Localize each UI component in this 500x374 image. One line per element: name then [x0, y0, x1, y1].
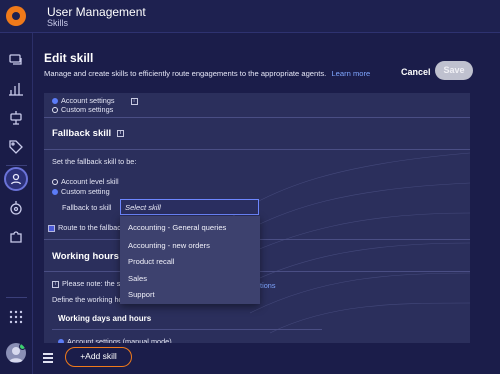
fallback-custom-label: Custom setting [61, 187, 110, 196]
app-subtitle: Skills [47, 18, 69, 28]
add-skill-button[interactable]: +Add skill [65, 347, 132, 367]
fallback-account-level-label: Account level skill [61, 177, 119, 186]
menu-icon[interactable] [43, 353, 53, 363]
app-title: User Management [47, 5, 146, 19]
account-settings-radio[interactable] [52, 98, 58, 105]
avatar[interactable] [6, 343, 26, 363]
save-button[interactable]: Save [435, 61, 473, 80]
main-content: Edit skill Manage and create skills to e… [33, 33, 500, 374]
chart-icon[interactable] [7, 80, 25, 98]
dropdown-option[interactable]: Accounting - General queries [128, 223, 226, 232]
info-icon: i [52, 280, 59, 288]
bottom-bar: +Add skill [33, 343, 500, 374]
online-status-indicator [19, 343, 26, 350]
rail-divider [6, 297, 27, 298]
note-text: Please note: the s [62, 279, 121, 288]
apps-grid-icon[interactable] [7, 308, 25, 326]
custom-settings-radio[interactable] [52, 107, 58, 114]
users-icon[interactable] [4, 167, 28, 191]
fallback-prompt: Set the fallback skill to be: [52, 157, 137, 166]
divider [44, 117, 470, 118]
route-fallback-label: Route to the fallbac [58, 223, 121, 232]
route-fallback-checkbox[interactable] [48, 224, 55, 232]
page-description: Manage and create skills to efficiently … [44, 69, 370, 78]
fallback-skill-select[interactable]: Select skill [120, 199, 259, 215]
cancel-button[interactable]: Cancel [401, 67, 431, 77]
account-settings-label: Account settings [61, 96, 115, 105]
working-days-title: Working days and hours [58, 314, 152, 323]
left-rail [0, 33, 33, 374]
fallback-skill-heading: Fallback skill i [52, 128, 124, 139]
routing-icon[interactable] [7, 199, 25, 217]
custom-settings-option[interactable]: Custom settings [52, 105, 113, 114]
dropdown-option[interactable]: Product recall [128, 257, 174, 266]
fallback-skill-title: Fallback skill [52, 128, 112, 139]
learn-more-link[interactable]: Learn more [331, 69, 370, 78]
dropdown-option[interactable]: Sales [128, 274, 147, 283]
description-text: Manage and create skills to efficiently … [44, 69, 327, 78]
divider [52, 329, 322, 330]
fallback-account-level-radio[interactable] [52, 179, 58, 186]
skill-dropdown-menu: Accounting - General queries Accounting … [120, 216, 260, 304]
divider [44, 149, 470, 150]
info-icon[interactable]: i [116, 129, 124, 137]
page-title: Edit skill [44, 51, 94, 65]
fallback-custom-radio[interactable] [52, 189, 58, 196]
custom-settings-label: Custom settings [61, 105, 114, 114]
dropdown-option[interactable]: Support [128, 290, 155, 299]
route-fallback-option[interactable]: Route to the fallbac [48, 223, 121, 232]
fallback-account-level-option[interactable]: Account level skill [52, 177, 119, 186]
working-hours-note: i Please note: the s [52, 279, 120, 288]
puzzle-icon[interactable] [7, 228, 25, 246]
fallback-custom-option[interactable]: Custom setting [52, 187, 110, 196]
fallback-to-label: Fallback to skill [62, 203, 112, 212]
rail-divider [6, 165, 27, 166]
bot-icon[interactable] [7, 109, 25, 127]
working-hours-title: Working hours ( [52, 251, 125, 262]
top-bar: User Management Skills [0, 0, 500, 33]
dropdown-option[interactable]: Accounting - new orders [128, 241, 210, 250]
info-icon[interactable]: i [130, 97, 138, 105]
logo-icon[interactable] [6, 6, 26, 26]
account-settings-option[interactable]: Account settings i [52, 96, 138, 105]
chat-icon[interactable] [7, 51, 25, 69]
tag-icon[interactable] [7, 138, 25, 156]
